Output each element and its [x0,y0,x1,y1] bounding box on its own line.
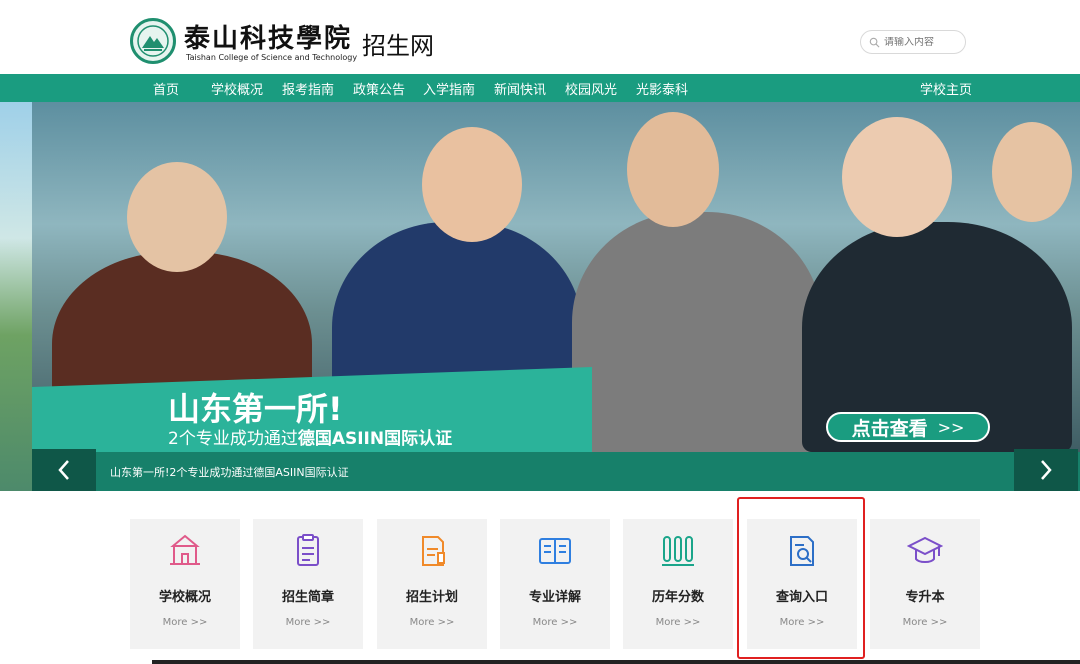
chevron-right-icon [1041,460,1052,480]
tile-more-link[interactable]: More >> [500,617,610,628]
previous-slide-button[interactable] [32,449,96,491]
nav-item-news[interactable]: 新闻快讯 [494,79,546,98]
main-nav: 首页 学校概况 报考指南 政策公告 入学指南 新闻快讯 校园风光 光影泰科 学校… [0,74,1080,102]
hero-banner[interactable]: 山东第一所! 2个专业成功通过德国ASIIN国际认证 点击查看 >> 山东第一所… [0,102,1080,491]
plan-document-icon [422,536,445,566]
double-chevron-right-icon: >> [937,417,965,437]
tile-query-entry[interactable]: 查询入口 More >> [747,519,857,649]
open-book-icon [539,538,571,564]
tile-more-link[interactable]: More >> [253,617,363,628]
college-name-cn: 泰山科技學院 [184,24,353,54]
search-input[interactable] [884,36,964,48]
site-name: 招生网 [362,32,434,60]
next-slide-button[interactable] [1014,449,1078,491]
person-head [422,127,522,242]
document-icon [297,534,319,566]
person-head [627,112,719,227]
nav-item-campus-scenery[interactable]: 校园风光 [565,79,617,98]
previous-slide-preview [0,102,32,491]
nav-item-school-homepage[interactable]: 学校主页 [920,79,972,98]
banner-slogan-highlight: 德国ASIIN国际认证 [297,429,453,449]
search-icon [869,37,880,47]
nav-item-application-guide[interactable]: 报考指南 [282,79,334,98]
tile-label: 专业详解 [528,590,581,605]
banner-slogan-subtitle: 2个专业成功通过德国ASIIN国际认证 [168,424,452,449]
tile-more-link[interactable]: More >> [870,617,980,628]
tile-more-link[interactable]: More >> [623,617,733,628]
tile-school-overview[interactable]: 学校概况 More >> [130,519,240,649]
tile-major-details[interactable]: 专业详解 More >> [500,519,610,649]
mountain-logo-icon [137,25,169,57]
tile-enrollment-plan[interactable]: 招生计划 More >> [377,519,487,649]
college-name-en: Taishan College of Science and Technolog… [186,53,358,62]
nav-item-home[interactable]: 首页 [153,79,179,98]
tile-more-link[interactable]: More >> [377,617,487,628]
tile-label: 招生计划 [405,590,458,605]
nav-item-photo-gallery[interactable]: 光影泰科 [636,79,688,98]
person-head [127,162,227,272]
tile-admission-brochure[interactable]: 招生简章 More >> [253,519,363,649]
nav-item-enrollment-guide[interactable]: 入学指南 [423,79,475,98]
search-document-icon [790,536,814,566]
tile-more-link[interactable]: More >> [130,617,240,628]
quick-links: 学校概况 More >> 招生简章 More >> 招生计划 More >> 专… [0,491,1080,664]
school-building-icon [170,534,200,565]
chevron-left-icon [58,460,69,480]
banner-slogan-prefix: 2个专业成功通过 [168,429,298,449]
view-details-label: 点击查看 [851,417,928,440]
tile-label: 查询入口 [775,590,828,605]
site-header: 泰山科技學院 Taishan College of Science and Te… [0,10,1080,74]
tile-label: 历年分数 [651,590,704,605]
bottom-bar [152,660,1080,664]
nav-item-school-overview[interactable]: 学校概况 [211,79,263,98]
tile-label: 招生简章 [281,590,334,605]
person-head [842,117,952,237]
tile-upgrade-to-bachelor[interactable]: 专升本 More >> [870,519,980,649]
tile-label: 学校概况 [158,590,211,605]
tile-more-link[interactable]: More >> [747,617,857,628]
bar-columns-icon [662,536,694,566]
college-seal-logo[interactable] [130,18,176,64]
browser-top-strip [0,0,1080,10]
tile-historical-scores[interactable]: 历年分数 More >> [623,519,733,649]
person-silhouette [572,212,822,452]
search-box[interactable] [860,30,966,54]
view-details-button[interactable]: 点击查看 >> [826,412,990,442]
nav-item-policy-notices[interactable]: 政策公告 [353,79,405,98]
person-head [992,122,1072,222]
tile-label: 专升本 [905,590,945,605]
slide-caption[interactable]: 山东第一所!2个专业成功通过德国ASIIN国际认证 [110,464,349,480]
graduation-cap-icon [907,536,943,563]
